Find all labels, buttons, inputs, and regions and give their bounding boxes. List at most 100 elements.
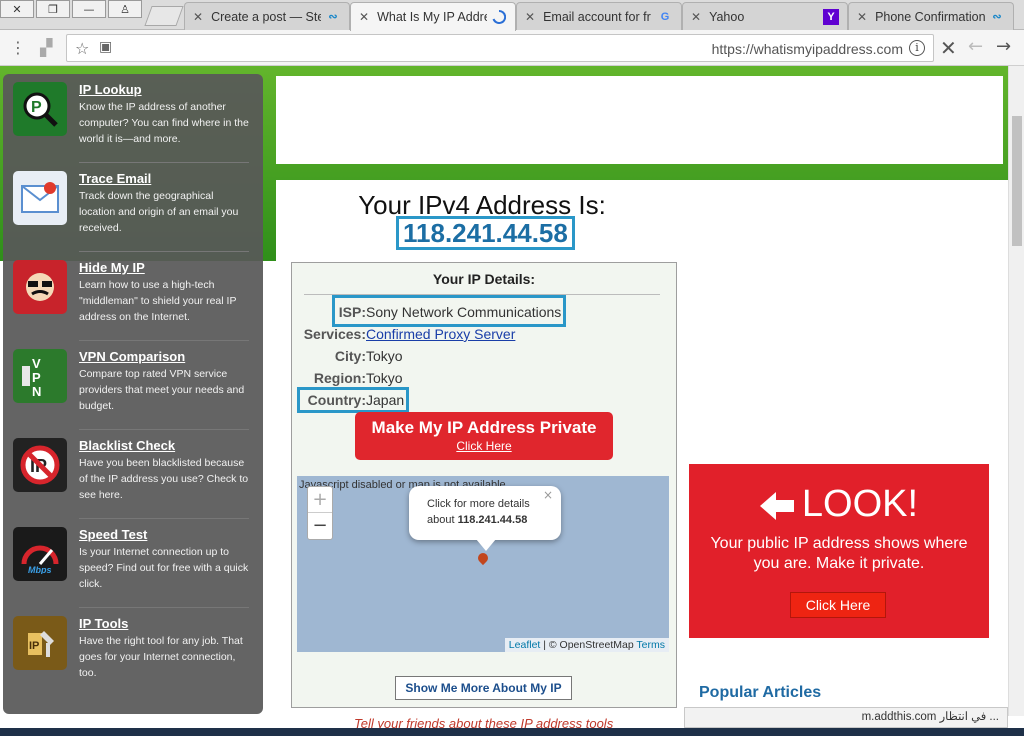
sidebar-item-title[interactable]: IP Tools <box>79 616 128 631</box>
status-bar: m.addthis.com في انتظار ... <box>684 707 1008 728</box>
look-headline-text: LOOK! <box>801 483 919 525</box>
look-text: Your public IP address shows where you a… <box>710 535 968 572</box>
sidebar-item-desc: Know the IP address of another computer?… <box>79 101 249 145</box>
blacklist-icon: IP <box>13 438 67 492</box>
back-arrow-icon[interactable]: ← <box>968 36 983 57</box>
ip-details-panel: Your IP Details: ISP: Sony Network Commu… <box>291 262 677 708</box>
region-label: Region: <box>313 370 366 386</box>
bookmark-star-icon[interactable]: ☆ <box>75 39 89 58</box>
new-tab-button[interactable] <box>144 6 184 26</box>
sidebar-item-ip-lookup[interactable]: P IP Lookup Know the IP address of anoth… <box>3 74 263 163</box>
tab-title: Create a post — Ste <box>211 9 321 24</box>
sidebar-item-vpn-comparison[interactable]: VPN VPN Comparison Compare top rated VPN… <box>3 341 263 430</box>
svg-text:N: N <box>32 384 41 398</box>
tab-email-account[interactable]: ✕ Email account for fr G <box>516 2 682 30</box>
forward-arrow-icon[interactable]: → <box>996 36 1011 57</box>
restore-window-icon[interactable]: ❐ <box>36 0 70 18</box>
user-profile-icon[interactable]: ♙ <box>108 0 142 18</box>
sidebar-item-title[interactable]: Trace Email <box>79 171 151 186</box>
popup-close-icon[interactable]: × <box>543 488 553 502</box>
popup-line2-prefix: about <box>427 514 458 526</box>
svg-text:P: P <box>32 370 41 385</box>
terms-link[interactable]: Terms <box>636 639 665 651</box>
pdf-extension-icon[interactable]: ▞ <box>40 38 52 57</box>
address-bar[interactable]: ☆ ▣ https://whatismyipaddress.com i <box>66 34 934 62</box>
tools-sidebar: P IP Lookup Know the IP address of anoth… <box>3 74 263 714</box>
os-taskbar <box>0 728 1024 736</box>
map-marker-icon[interactable] <box>475 550 491 566</box>
svg-text:V: V <box>32 356 41 371</box>
sidebar-item-desc: Have you been blacklisted because of the… <box>79 457 249 501</box>
popup-line1: Click for more details <box>427 498 530 510</box>
ad-banner-area <box>276 76 1003 164</box>
tab-close-icon[interactable]: ✕ <box>359 10 369 24</box>
leaflet-link[interactable]: Leaflet <box>509 639 541 651</box>
url-text[interactable]: https://whatismyipaddress.com <box>712 41 903 57</box>
speed-test-icon: Mbps <box>13 527 67 581</box>
menu-dots-icon[interactable]: ⋮ <box>10 38 26 57</box>
tab-yahoo[interactable]: ✕ Yahoo Y <box>682 2 848 30</box>
tab-close-icon[interactable]: ✕ <box>193 10 203 24</box>
sidebar-item-title[interactable]: IP Lookup <box>79 82 142 97</box>
sidebar-item-desc: Have the right tool for any job. That go… <box>79 635 243 679</box>
sidebar-item-desc: Is your Internet connection up to speed?… <box>79 546 249 590</box>
browser-toolbar: ⋮ ▞ ☆ ▣ https://whatismyipaddress.com i … <box>0 30 1024 66</box>
ip-address-value: 118.241.44.58 <box>396 216 575 250</box>
make-ip-private-button[interactable]: Make My IP Address Private Click Here <box>355 412 613 460</box>
tab-phone-confirmation[interactable]: ✕ Phone Confirmation ∾ <box>848 2 1014 30</box>
popup-text: Click for more details about 118.241.44.… <box>427 496 530 528</box>
services-link[interactable]: Confirmed Proxy Server <box>366 326 515 342</box>
tab-create-post[interactable]: ✕ Create a post — Ste ∾ <box>184 2 350 30</box>
tab-close-icon[interactable]: ✕ <box>691 10 701 24</box>
tab-close-icon[interactable]: ✕ <box>857 10 867 24</box>
attribution-text: | © OpenStreetMap <box>540 639 637 651</box>
stop-loading-icon[interactable]: ✕ <box>940 36 957 60</box>
city-value: Tokyo <box>366 348 403 364</box>
tab-bar: ✕ ❐ — ♙ ✕ Create a post — Ste ∾ ✕ What I… <box>0 0 1024 31</box>
minimize-window-icon[interactable]: — <box>72 0 106 18</box>
country-label: Country: <box>307 392 366 408</box>
sidebar-item-ip-tools[interactable]: IP IP Tools Have the right tool for any … <box>3 608 263 697</box>
sidebar-item-title[interactable]: Speed Test <box>79 527 147 542</box>
tab-title: Phone Confirmation <box>875 9 985 24</box>
tab-close-icon[interactable]: ✕ <box>525 10 535 24</box>
scrollbar-thumb[interactable] <box>1012 116 1022 246</box>
tab-title: Email account for fr <box>543 9 651 24</box>
map-popup[interactable]: × Click for more details about 118.241.4… <box>409 486 561 540</box>
site-info-icon[interactable]: i <box>909 40 925 56</box>
look-headline: LOOK! <box>689 482 989 526</box>
button-subtitle[interactable]: Click Here <box>355 439 613 453</box>
isp-label: ISP: <box>338 304 366 320</box>
vpn-icon: VPN <box>13 349 67 403</box>
tab-what-is-my-ip[interactable]: ✕ What Is My IP Addre <box>350 2 516 31</box>
close-window-icon[interactable]: ✕ <box>0 0 34 18</box>
sidebar-item-blacklist-check[interactable]: IP Blacklist Check Have you been blackli… <box>3 430 263 519</box>
look-click-here-button[interactable]: Click Here <box>790 592 886 618</box>
sidebar-item-title[interactable]: Hide My IP <box>79 260 145 275</box>
page-scrollbar[interactable] <box>1008 66 1024 716</box>
svg-text:IP: IP <box>29 640 39 652</box>
ip-lookup-icon: P <box>13 82 67 136</box>
sidebar-item-trace-email[interactable]: Trace Email Track down the geographical … <box>3 163 263 252</box>
map-attribution: Leaflet | © OpenStreetMap Terms <box>504 638 669 652</box>
tab-title: What Is My IP Addre <box>377 10 487 24</box>
sidebar-item-title[interactable]: Blacklist Check <box>79 438 175 453</box>
steemit-icon: ∾ <box>992 11 1002 23</box>
yahoo-icon: Y <box>823 8 839 25</box>
trace-email-icon <box>13 171 67 225</box>
button-title: Make My IP Address Private <box>371 418 597 437</box>
sidebar-item-hide-my-ip[interactable]: Hide My IP Learn how to use a high-tech … <box>3 252 263 341</box>
country-value: Japan <box>366 392 405 408</box>
zoom-in-button[interactable]: + <box>308 487 332 513</box>
show-more-button[interactable]: Show Me More About My IP <box>395 676 572 700</box>
location-map[interactable]: Javascript disabled or map is not availa… <box>297 476 669 652</box>
left-arrow-icon <box>759 491 776 520</box>
tab-title: Yahoo <box>709 9 745 24</box>
sidebar-item-speed-test[interactable]: Mbps Speed Test Is your Internet connect… <box>3 519 263 608</box>
page-action-icon[interactable]: ▣ <box>99 39 112 55</box>
sidebar-item-title[interactable]: VPN Comparison <box>79 349 185 364</box>
sidebar-item-desc: Compare top rated VPN service providers … <box>79 368 245 412</box>
svg-text:Mbps: Mbps <box>28 565 52 574</box>
zoom-out-button[interactable]: − <box>308 513 332 539</box>
steemit-icon: ∾ <box>328 11 338 23</box>
